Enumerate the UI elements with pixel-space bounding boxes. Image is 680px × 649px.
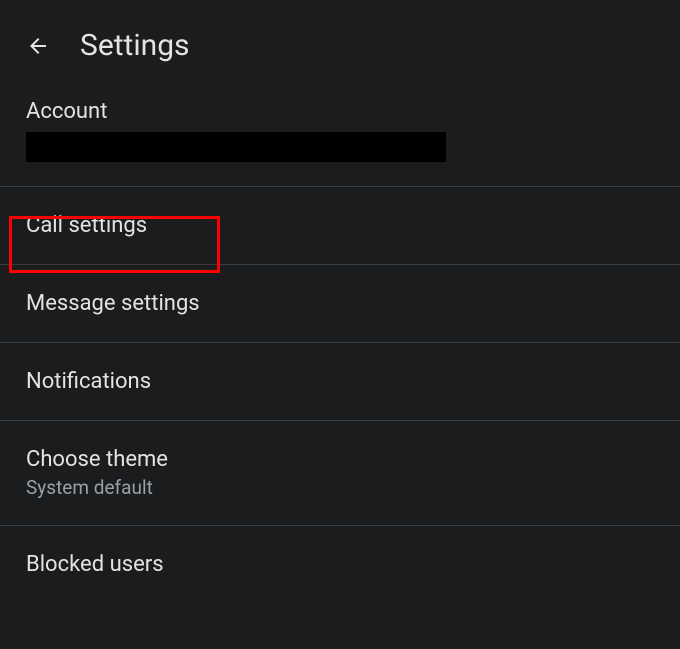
back-arrow-icon[interactable] — [26, 34, 50, 58]
list-item-message-settings[interactable]: Message settings — [0, 265, 680, 343]
notifications-label: Notifications — [26, 369, 654, 394]
list-item-call-settings[interactable]: Call settings — [0, 187, 680, 265]
choose-theme-sublabel: System default — [26, 476, 654, 499]
choose-theme-label: Choose theme — [26, 447, 654, 472]
settings-list: Call settings Message settings Notificat… — [0, 186, 680, 603]
blocked-users-label: Blocked users — [26, 552, 654, 577]
account-section[interactable]: Account — [0, 91, 680, 186]
list-item-notifications[interactable]: Notifications — [0, 343, 680, 421]
message-settings-label: Message settings — [26, 291, 654, 316]
account-value-redacted — [26, 132, 446, 162]
list-item-choose-theme[interactable]: Choose theme System default — [0, 421, 680, 526]
header: Settings — [0, 0, 680, 91]
account-label: Account — [26, 99, 654, 124]
page-title: Settings — [80, 28, 190, 63]
call-settings-label: Call settings — [26, 213, 654, 238]
list-item-blocked-users[interactable]: Blocked users — [0, 526, 680, 603]
